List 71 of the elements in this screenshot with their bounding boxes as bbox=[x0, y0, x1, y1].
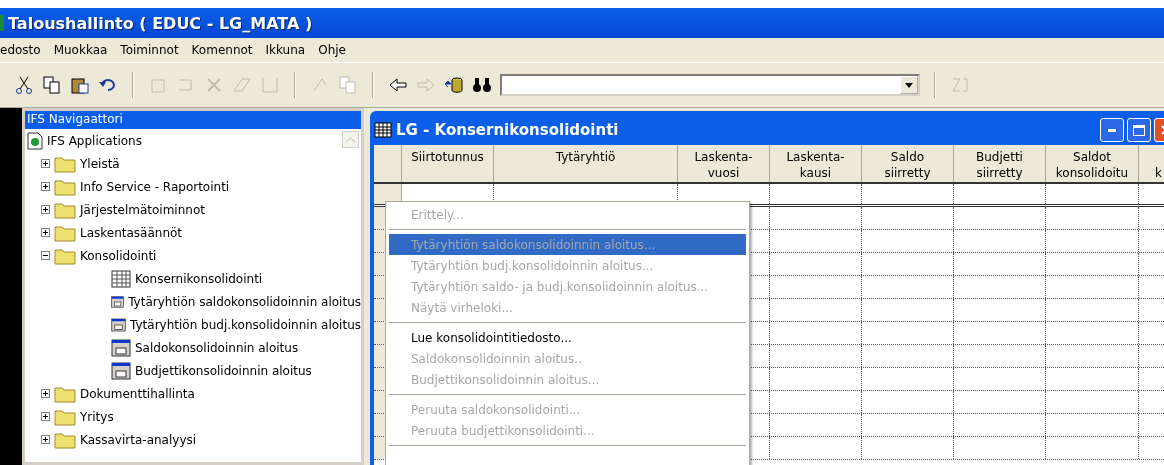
panel-title: IFS Navigaattori bbox=[25, 111, 361, 129]
folder-icon bbox=[54, 177, 76, 196]
ok-dialog-icon bbox=[111, 361, 131, 380]
binoculars-icon[interactable] bbox=[472, 75, 492, 95]
tree-item[interactable]: Saldokonsolidoinnin aloitus bbox=[135, 340, 299, 355]
menu-item[interactable]: Muokkaa bbox=[53, 43, 108, 57]
menu-item[interactable]: Toiminnot bbox=[120, 43, 179, 57]
folder-icon bbox=[54, 246, 76, 265]
context-menu-item[interactable]: Lue konsolidointitiedosto... bbox=[389, 327, 746, 348]
dropdown-button[interactable] bbox=[900, 76, 918, 94]
chevron-up-icon bbox=[346, 137, 355, 142]
menu-item[interactable]: Komennot bbox=[191, 43, 253, 57]
folder-icon bbox=[54, 154, 76, 173]
column-header[interactable]: Tytäryhtiö bbox=[494, 145, 678, 182]
copy-icon[interactable] bbox=[42, 75, 62, 95]
maximize-button[interactable] bbox=[1127, 118, 1151, 142]
tree-item[interactable]: Yleistä bbox=[80, 156, 120, 171]
tree-item[interactable]: Kassavirta-analyysi bbox=[80, 432, 197, 447]
expand-toggle[interactable] bbox=[41, 435, 50, 444]
globe-document-icon bbox=[27, 131, 43, 150]
row-header[interactable] bbox=[374, 184, 402, 204]
scissors-icon[interactable] bbox=[14, 75, 34, 95]
column-header[interactable]: Saldo siirretty bbox=[862, 145, 954, 182]
tree-item[interactable]: Tytäryhtiön saldokonsolidoinnin aloitus bbox=[128, 294, 361, 309]
folder-icon bbox=[54, 407, 76, 426]
app-icon bbox=[0, 15, 4, 31]
expand-toggle[interactable] bbox=[41, 228, 50, 237]
expand-toggle[interactable] bbox=[41, 389, 50, 398]
column-header[interactable]: Budjetti siirretty bbox=[954, 145, 1046, 182]
column-header[interactable]: Saldot konsolidoitu bbox=[1046, 145, 1139, 182]
search-combo-field[interactable] bbox=[500, 74, 920, 96]
ok-dialog-icon bbox=[111, 315, 127, 334]
tree-item[interactable]: Info Service - Raportointi bbox=[80, 179, 230, 194]
table-icon bbox=[111, 269, 131, 288]
minimize-button[interactable] bbox=[1100, 118, 1124, 142]
expand-toggle[interactable] bbox=[41, 182, 50, 191]
menu-item[interactable]: edosto bbox=[0, 43, 41, 57]
back-arrow-icon[interactable] bbox=[388, 75, 408, 95]
window-title: LG - Konsernikonsolidointi bbox=[396, 121, 619, 139]
column-header[interactable]: k bbox=[1139, 145, 1164, 182]
minimize-icon bbox=[1108, 128, 1116, 132]
maximize-icon bbox=[1133, 124, 1145, 136]
tree-item[interactable]: Dokumenttihallinta bbox=[80, 386, 195, 401]
column-header[interactable]: Laskenta- vuosi bbox=[678, 145, 770, 182]
expand-toggle[interactable] bbox=[41, 205, 50, 214]
tree-item[interactable]: Konsolidointi bbox=[80, 248, 157, 263]
folder-icon bbox=[54, 430, 76, 449]
tree-item[interactable]: Yritys bbox=[80, 409, 114, 424]
tree-item[interactable]: IFS Applications bbox=[47, 133, 142, 148]
folder-icon bbox=[54, 223, 76, 242]
folder-icon bbox=[54, 200, 76, 219]
menu-item[interactable]: Ikkuna bbox=[265, 43, 306, 57]
tree-item[interactable]: Laskentasäännöt bbox=[80, 225, 183, 240]
expand-toggle[interactable] bbox=[41, 412, 50, 421]
ok-dialog-icon bbox=[111, 338, 131, 357]
caret-icon bbox=[905, 82, 913, 88]
table-icon bbox=[374, 122, 392, 138]
window-title: Taloushallinto ( EDUC - LG_MATA ) bbox=[8, 13, 313, 33]
tree-item[interactable]: Konsernikonsolidointi bbox=[135, 271, 263, 286]
menu-item[interactable]: Ohje bbox=[318, 43, 346, 57]
tree-item[interactable]: Tytäryhtiön budj.konsolidoinnin aloitus bbox=[130, 317, 361, 332]
column-header[interactable]: Siirtotunnus bbox=[402, 145, 494, 182]
expand-toggle[interactable] bbox=[41, 159, 50, 168]
tree-item[interactable]: Budjettikonsolidoinnin aloitus bbox=[135, 363, 312, 378]
expand-toggle[interactable] bbox=[41, 251, 50, 260]
scroll-up-button[interactable] bbox=[342, 131, 359, 148]
database-icon[interactable] bbox=[444, 75, 464, 95]
tree-item[interactable]: Järjestelmätoiminnot bbox=[80, 202, 205, 217]
clipboard-icon[interactable] bbox=[70, 75, 90, 95]
folder-icon bbox=[54, 384, 76, 403]
column-header[interactable]: Laskenta- kausi bbox=[770, 145, 862, 182]
